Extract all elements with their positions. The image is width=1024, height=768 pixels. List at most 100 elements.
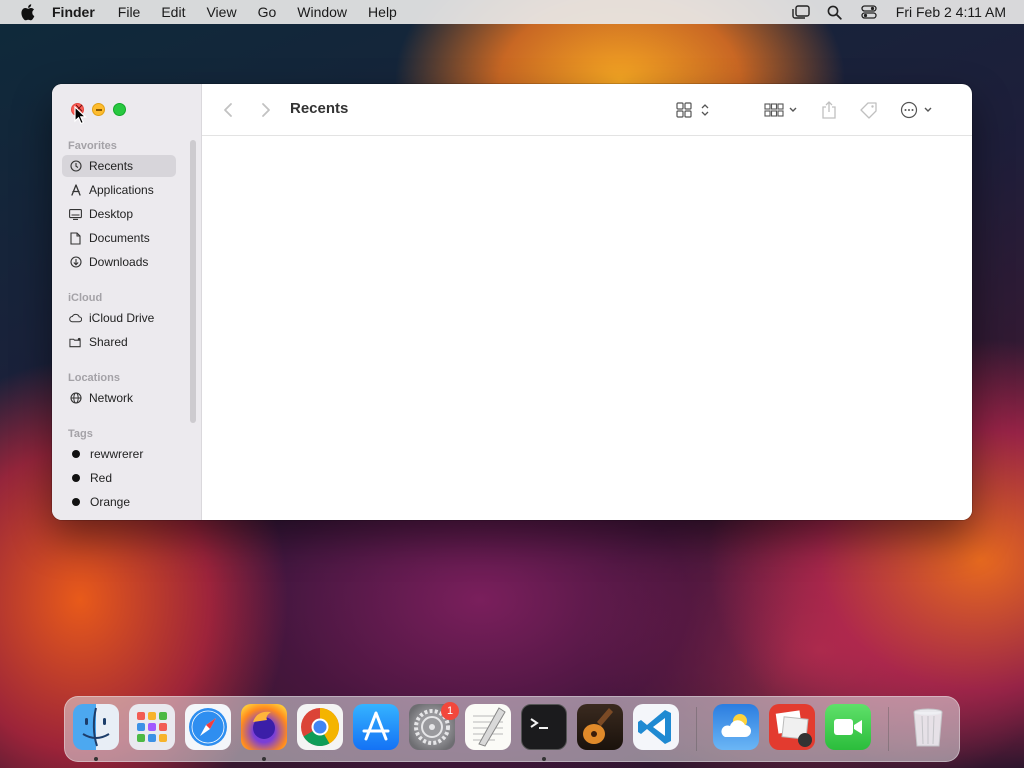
- stage-manager-icon[interactable]: [790, 3, 812, 21]
- grid-view-icon: [676, 102, 709, 118]
- view-mode-button[interactable]: [676, 100, 712, 120]
- cloud-icon: [69, 312, 82, 325]
- tag-color-dot: [72, 498, 80, 506]
- apple-menu-icon[interactable]: [18, 3, 36, 21]
- terminal-icon: [530, 718, 548, 729]
- group-icon: [764, 103, 797, 117]
- file-browser-content[interactable]: [202, 136, 972, 520]
- back-button[interactable]: [222, 100, 234, 120]
- tag-color-dot: [72, 450, 80, 458]
- dock: 1: [64, 696, 960, 762]
- sidebar-item-label: Desktop: [89, 207, 134, 221]
- sidebar-item-shared[interactable]: Shared: [62, 331, 176, 353]
- app-store-icon: [362, 711, 390, 741]
- dock-app-vscode[interactable]: [633, 704, 679, 750]
- sidebar-item-label: rewwrerer: [90, 447, 144, 461]
- dock-separator: [696, 707, 697, 751]
- sidebar-item-label: Shared: [89, 335, 128, 349]
- forward-button[interactable]: [260, 100, 272, 120]
- dock-app-firefox[interactable]: [241, 704, 287, 750]
- sidebar: Favorites Recents Applications Desktop D…: [52, 84, 202, 520]
- more-options-icon: [900, 101, 932, 119]
- menu-edit[interactable]: Edit: [161, 4, 185, 20]
- sidebar-scrollbar[interactable]: [190, 140, 196, 423]
- dock-app-safari[interactable]: [185, 704, 231, 750]
- sidebar-item-label: Applications: [89, 183, 154, 197]
- dock-app-terminal[interactable]: [521, 704, 567, 750]
- applications-icon: [69, 184, 82, 197]
- dock-app-textedit[interactable]: [465, 704, 511, 750]
- facetime-icon: [834, 719, 862, 735]
- sidebar-item-label: Red: [90, 471, 113, 485]
- sidebar-item-label: Downloads: [89, 255, 149, 269]
- document-icon: [69, 231, 82, 245]
- launchpad-icon: [137, 712, 167, 742]
- sidebar-item-network[interactable]: Network: [62, 387, 176, 409]
- menu-window[interactable]: Window: [297, 4, 347, 20]
- menu-bar: Finder File Edit View Go Window Help Fri…: [0, 0, 1024, 24]
- sidebar-item-tag-red[interactable]: Red: [62, 467, 176, 489]
- sidebar-item-label: Recents: [89, 159, 134, 173]
- minimize-window-button[interactable]: [92, 103, 105, 116]
- dock-app-facetime[interactable]: [825, 704, 871, 750]
- desktop-icon: [69, 208, 82, 221]
- dock-app-photo-booth[interactable]: [769, 704, 815, 750]
- photo-booth-icon: [775, 710, 812, 747]
- sidebar-item-applications[interactable]: Applications: [62, 179, 176, 201]
- tags-button[interactable]: [859, 100, 879, 120]
- dock-app-chrome[interactable]: [297, 704, 343, 750]
- menu-view[interactable]: View: [206, 4, 236, 20]
- group-by-button[interactable]: [764, 100, 800, 120]
- sidebar-item-label: Documents: [89, 231, 150, 245]
- spotlight-search-icon[interactable]: [824, 3, 846, 21]
- shared-folder-icon: [69, 336, 82, 349]
- sidebar-item-documents[interactable]: Documents: [62, 227, 176, 249]
- textedit-icon: [473, 707, 506, 747]
- garageband-icon: [583, 708, 613, 744]
- finder-window: Favorites Recents Applications Desktop D…: [52, 84, 972, 520]
- running-indicator: [542, 757, 546, 761]
- dock-app-launchpad[interactable]: [129, 704, 175, 750]
- safari-icon: [189, 708, 227, 746]
- action-menu-button[interactable]: [900, 100, 936, 120]
- dock-app-trash[interactable]: [905, 704, 951, 750]
- trash-icon: [913, 708, 943, 747]
- tag-icon: [860, 102, 877, 119]
- menu-help[interactable]: Help: [368, 4, 397, 20]
- finder-icon: [82, 707, 110, 747]
- globe-icon: [69, 392, 82, 405]
- menu-bar-status: Fri Feb 2 4:11 AM: [778, 0, 1006, 24]
- running-indicator: [262, 757, 266, 761]
- control-center-icon[interactable]: [858, 3, 880, 21]
- vscode-icon: [638, 710, 671, 744]
- chrome-icon: [301, 708, 340, 747]
- menu-go[interactable]: Go: [258, 4, 277, 20]
- sidebar-item-label: iCloud Drive: [89, 311, 155, 325]
- sidebar-item-downloads[interactable]: Downloads: [62, 251, 176, 273]
- window-title: Recents: [290, 100, 349, 117]
- menu-app-finder[interactable]: Finder: [52, 4, 95, 20]
- sidebar-item-tag-rewwrerer[interactable]: rewwrerer: [62, 443, 176, 465]
- dock-app-finder[interactable]: [73, 704, 119, 750]
- dock-app-weather[interactable]: [713, 704, 759, 750]
- mouse-cursor-icon: [74, 106, 88, 125]
- sidebar-item-icloud-drive[interactable]: iCloud Drive: [62, 307, 176, 329]
- menu-file[interactable]: File: [118, 4, 141, 20]
- sidebar-item-tag-orange[interactable]: Orange: [62, 491, 176, 513]
- firefox-icon: [253, 711, 275, 739]
- sidebar-section-locations: Locations: [68, 372, 120, 384]
- weather-icon: [721, 714, 751, 737]
- share-button[interactable]: [821, 100, 837, 120]
- sidebar-section-tags: Tags: [68, 428, 93, 440]
- running-indicator: [94, 757, 98, 761]
- sidebar-item-label: Network: [89, 391, 134, 405]
- menu-bar-clock[interactable]: Fri Feb 2 4:11 AM: [896, 4, 1006, 20]
- dock-app-garageband[interactable]: [577, 704, 623, 750]
- dock-app-app-store[interactable]: [353, 704, 399, 750]
- tag-color-dot: [72, 474, 80, 482]
- zoom-window-button[interactable]: [113, 103, 126, 116]
- sidebar-item-recents[interactable]: Recents: [62, 155, 176, 177]
- sidebar-item-desktop[interactable]: Desktop: [62, 203, 176, 225]
- dock-app-system-settings[interactable]: 1: [409, 702, 459, 750]
- window-toolbar: Recents: [202, 84, 972, 136]
